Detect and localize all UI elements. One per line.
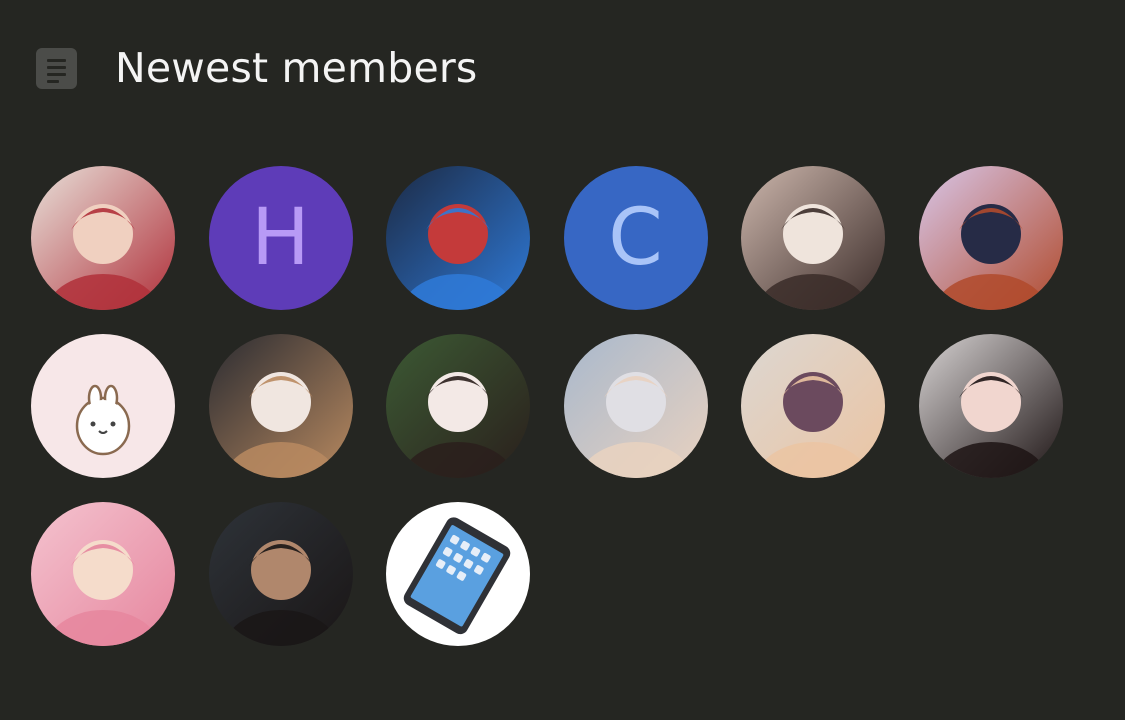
section-header: Newest members (36, 40, 478, 96)
avatar-image (386, 502, 530, 646)
avatar-image (386, 166, 530, 310)
member-avatar-letter[interactable]: H (208, 166, 353, 310)
avatar-image (31, 334, 175, 478)
avatar-image (208, 334, 353, 478)
avatar-image (741, 166, 885, 310)
avatar-image (563, 334, 708, 478)
member-avatar[interactable] (918, 166, 1063, 310)
avatar-initial: H (251, 193, 310, 283)
avatar-image (31, 166, 175, 310)
member-avatar[interactable] (918, 334, 1063, 478)
member-avatar[interactable] (31, 502, 175, 646)
member-avatar[interactable] (386, 502, 530, 646)
member-avatar[interactable] (31, 334, 175, 478)
member-avatar[interactable] (741, 334, 885, 478)
member-avatar[interactable] (563, 334, 708, 478)
avatar-image (31, 502, 175, 646)
avatar-image (386, 334, 530, 478)
section-title: Newest members (115, 44, 478, 92)
member-avatar[interactable] (741, 166, 885, 310)
avatar-image (918, 334, 1063, 478)
avatar-image (208, 502, 353, 646)
document-icon (36, 47, 77, 89)
avatar-initial: C (608, 193, 663, 283)
member-avatar[interactable] (208, 334, 353, 478)
avatar-image (918, 166, 1063, 310)
member-avatar-letter[interactable]: C (563, 166, 708, 310)
member-avatar[interactable] (386, 334, 530, 478)
member-avatar[interactable] (208, 502, 353, 646)
member-avatar[interactable] (386, 166, 530, 310)
member-avatar[interactable] (31, 166, 175, 310)
avatar-image (741, 334, 885, 478)
